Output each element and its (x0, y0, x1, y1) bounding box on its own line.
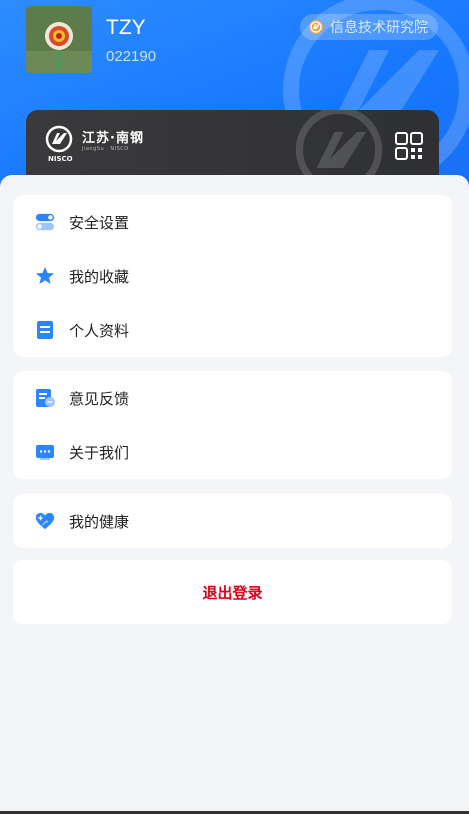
department-badge: 信息技术研究院 (300, 14, 438, 40)
card-brand: 江苏·南钢 JiangSu · NISCO (44, 124, 144, 154)
user-id: 022190 (106, 48, 157, 65)
qr-code-icon[interactable] (395, 132, 423, 160)
menu-item-health[interactable]: 我的健康 (13, 494, 452, 548)
user-name: TZY (106, 16, 146, 39)
menu-group-account: 安全设置 我的收藏 个人资料 (13, 195, 452, 357)
menu-group-about: 意见反馈 关于我们 (13, 371, 452, 479)
card-brand-short: NISCO (48, 155, 73, 163)
menu-item-label: 我的收藏 (69, 267, 130, 286)
about-icon (35, 442, 55, 462)
menu-item-security[interactable]: 安全设置 (13, 195, 452, 249)
menu-item-favorites[interactable]: 我的收藏 (13, 249, 452, 303)
card-brand-name: 江苏·南钢 (82, 130, 144, 146)
brand-logo-icon (309, 20, 323, 34)
department-name: 信息技术研究院 (330, 20, 428, 36)
menu-item-label: 关于我们 (69, 443, 130, 462)
heart-icon (35, 511, 55, 531)
feedback-icon (35, 388, 55, 408)
document-icon (35, 320, 55, 340)
nisco-logo-icon (45, 125, 73, 153)
menu-item-label: 意见反馈 (69, 389, 130, 408)
logout-button[interactable]: 退出登录 (13, 560, 452, 624)
avatar[interactable] (26, 6, 92, 73)
menu-item-feedback[interactable]: 意见反馈 (13, 371, 452, 425)
menu-group-health: 我的健康 (13, 494, 452, 548)
menu-item-label: 我的健康 (69, 512, 130, 531)
menu-item-label: 个人资料 (69, 321, 130, 340)
menu-item-profile[interactable]: 个人资料 (13, 303, 452, 357)
menu-item-about-us[interactable]: 关于我们 (13, 425, 452, 479)
menu-sheet: 安全设置 我的收藏 个人资料 意见反馈 关于我们 我的健康 退出登录 (0, 175, 469, 814)
menu-item-label: 安全设置 (69, 213, 130, 232)
profile-header: TZY 022190 信息技术研究院 江苏·南钢 JiangSu · NISCO… (0, 0, 469, 200)
star-icon (35, 266, 55, 286)
toggle-icon (35, 212, 55, 232)
card-brand-sub: JiangSu · NISCO (82, 145, 129, 152)
